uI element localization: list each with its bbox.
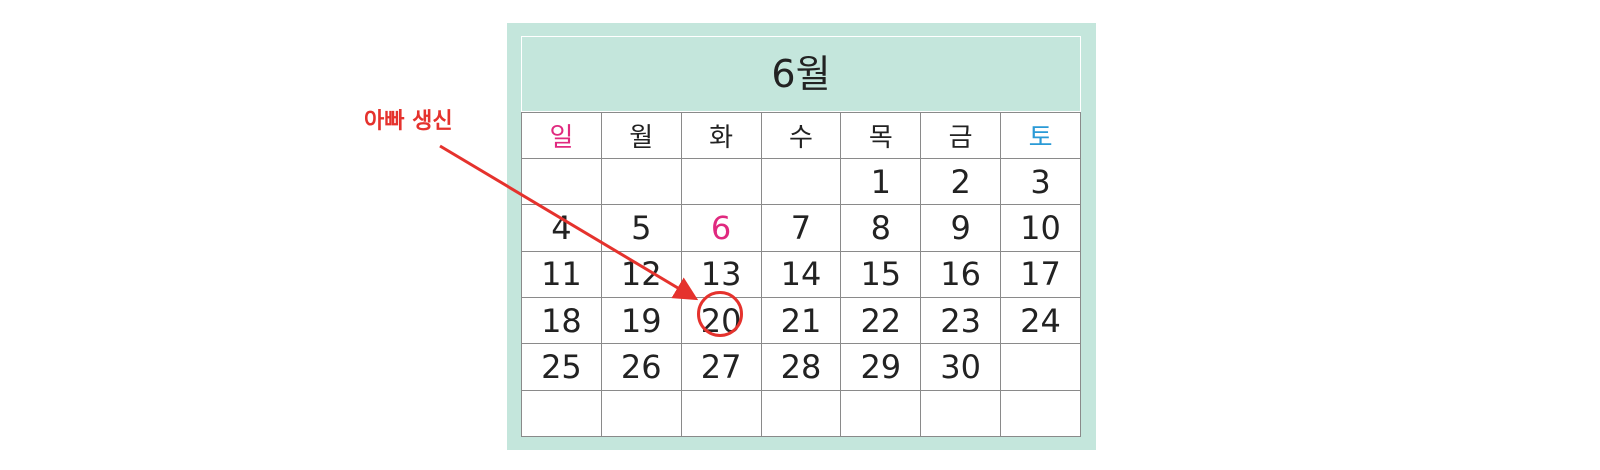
annotation-arrow <box>439 144 699 301</box>
